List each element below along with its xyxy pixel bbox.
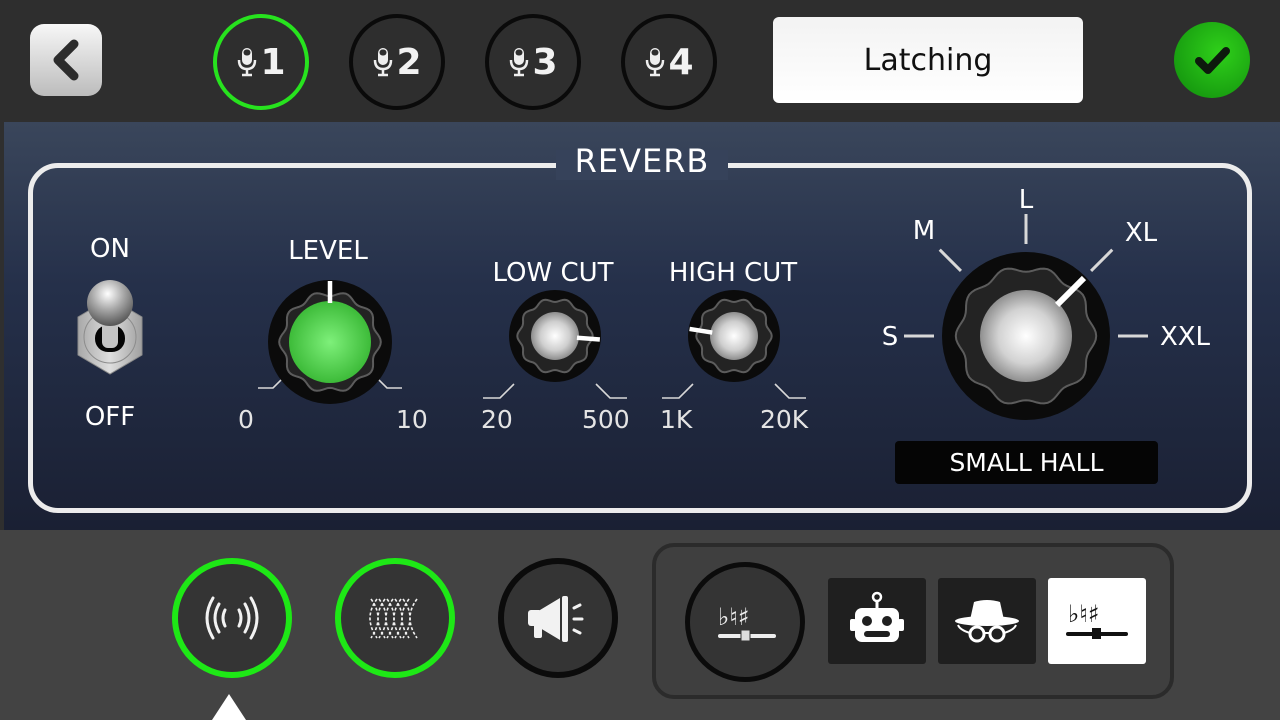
mic-channel-2-button[interactable]: 2 <box>349 14 445 110</box>
pitch-effect-button[interactable]: ♭♮♯ <box>685 562 805 682</box>
high-cut-max-label: 20K <box>760 405 809 434</box>
mic-channel-label: 3 <box>532 41 558 83</box>
mic-channel-1-button[interactable]: 1 <box>213 14 309 110</box>
microphone-icon <box>374 48 393 77</box>
selected-effect-indicator <box>212 694 246 720</box>
microphone-icon <box>646 48 665 77</box>
svg-text:♭♮♯: ♭♮♯ <box>1068 600 1100 628</box>
panel-title: REVERB <box>574 142 710 180</box>
level-min-label: 0 <box>238 405 254 434</box>
mic-channel-label: 1 <box>260 41 286 83</box>
knob-cap <box>289 301 371 383</box>
back-button[interactable] <box>30 24 102 96</box>
size-step-xl[interactable]: XL <box>1118 218 1164 248</box>
power-off-label: OFF <box>84 402 136 432</box>
top-bar: 1 2 3 4 Latching <box>0 0 1280 120</box>
scale-tick <box>774 383 806 399</box>
level-label: LEVEL <box>288 236 368 266</box>
size-step-m[interactable]: M <box>906 216 942 246</box>
incognito-icon <box>955 600 1019 643</box>
mic-channel-4-button[interactable]: 4 <box>621 14 717 110</box>
microphone-icon <box>238 48 257 77</box>
knob-cap <box>531 312 579 360</box>
low-cut-knob[interactable] <box>480 280 630 400</box>
size-tick <box>938 248 963 273</box>
level-knob[interactable] <box>255 270 405 420</box>
latching-mode-button[interactable]: Latching <box>773 17 1083 103</box>
disguise-voice-button[interactable] <box>938 578 1036 664</box>
mic-channel-3-button[interactable]: 3 <box>485 14 581 110</box>
mic-channel-label: 4 <box>668 41 694 83</box>
scale-tick <box>483 383 515 399</box>
level-max-label: 10 <box>396 405 428 434</box>
megaphone-effect-button[interactable] <box>498 558 618 678</box>
reverb-effect-button[interactable] <box>172 558 292 678</box>
confirm-button[interactable] <box>1174 22 1250 98</box>
microphone-icon <box>510 48 529 77</box>
low-cut-max-label: 500 <box>582 405 630 434</box>
scale-tick <box>595 383 627 399</box>
high-cut-knob[interactable] <box>659 280 809 400</box>
power-on-label: ON <box>90 234 130 264</box>
robot-icon <box>850 591 904 642</box>
size-step-xxl[interactable]: XXL <box>1154 322 1216 352</box>
pitch-voice-button[interactable]: ♭♮♯ <box>1048 578 1146 664</box>
svg-text:♭♮♯: ♭♮♯ <box>718 603 750 631</box>
size-step-l[interactable]: L <box>1014 185 1038 215</box>
megaphone-icon <box>528 596 584 642</box>
high-cut-min-label: 1K <box>660 405 693 434</box>
echo-waves-icon <box>369 598 418 639</box>
scale-tick <box>662 383 694 399</box>
mic-channel-label: 2 <box>396 41 422 83</box>
checkmark-icon <box>1195 47 1230 74</box>
preset-name-display: SMALL HALL <box>895 441 1158 484</box>
pitch-shift-icon: ♭♮♯ <box>718 603 776 642</box>
reverb-waves-icon <box>205 596 259 640</box>
knob-indicator <box>576 335 601 342</box>
size-step-s[interactable]: S <box>878 322 902 352</box>
echo-effect-button[interactable] <box>335 558 455 678</box>
size-tick <box>1089 248 1114 273</box>
power-toggle-switch[interactable] <box>70 280 150 380</box>
chevron-left-icon <box>53 39 79 81</box>
pitch-shift-icon: ♭♮♯ <box>1066 600 1128 639</box>
robot-voice-button[interactable] <box>828 578 926 664</box>
knob-cap <box>710 312 758 360</box>
low-cut-min-label: 20 <box>481 405 513 434</box>
